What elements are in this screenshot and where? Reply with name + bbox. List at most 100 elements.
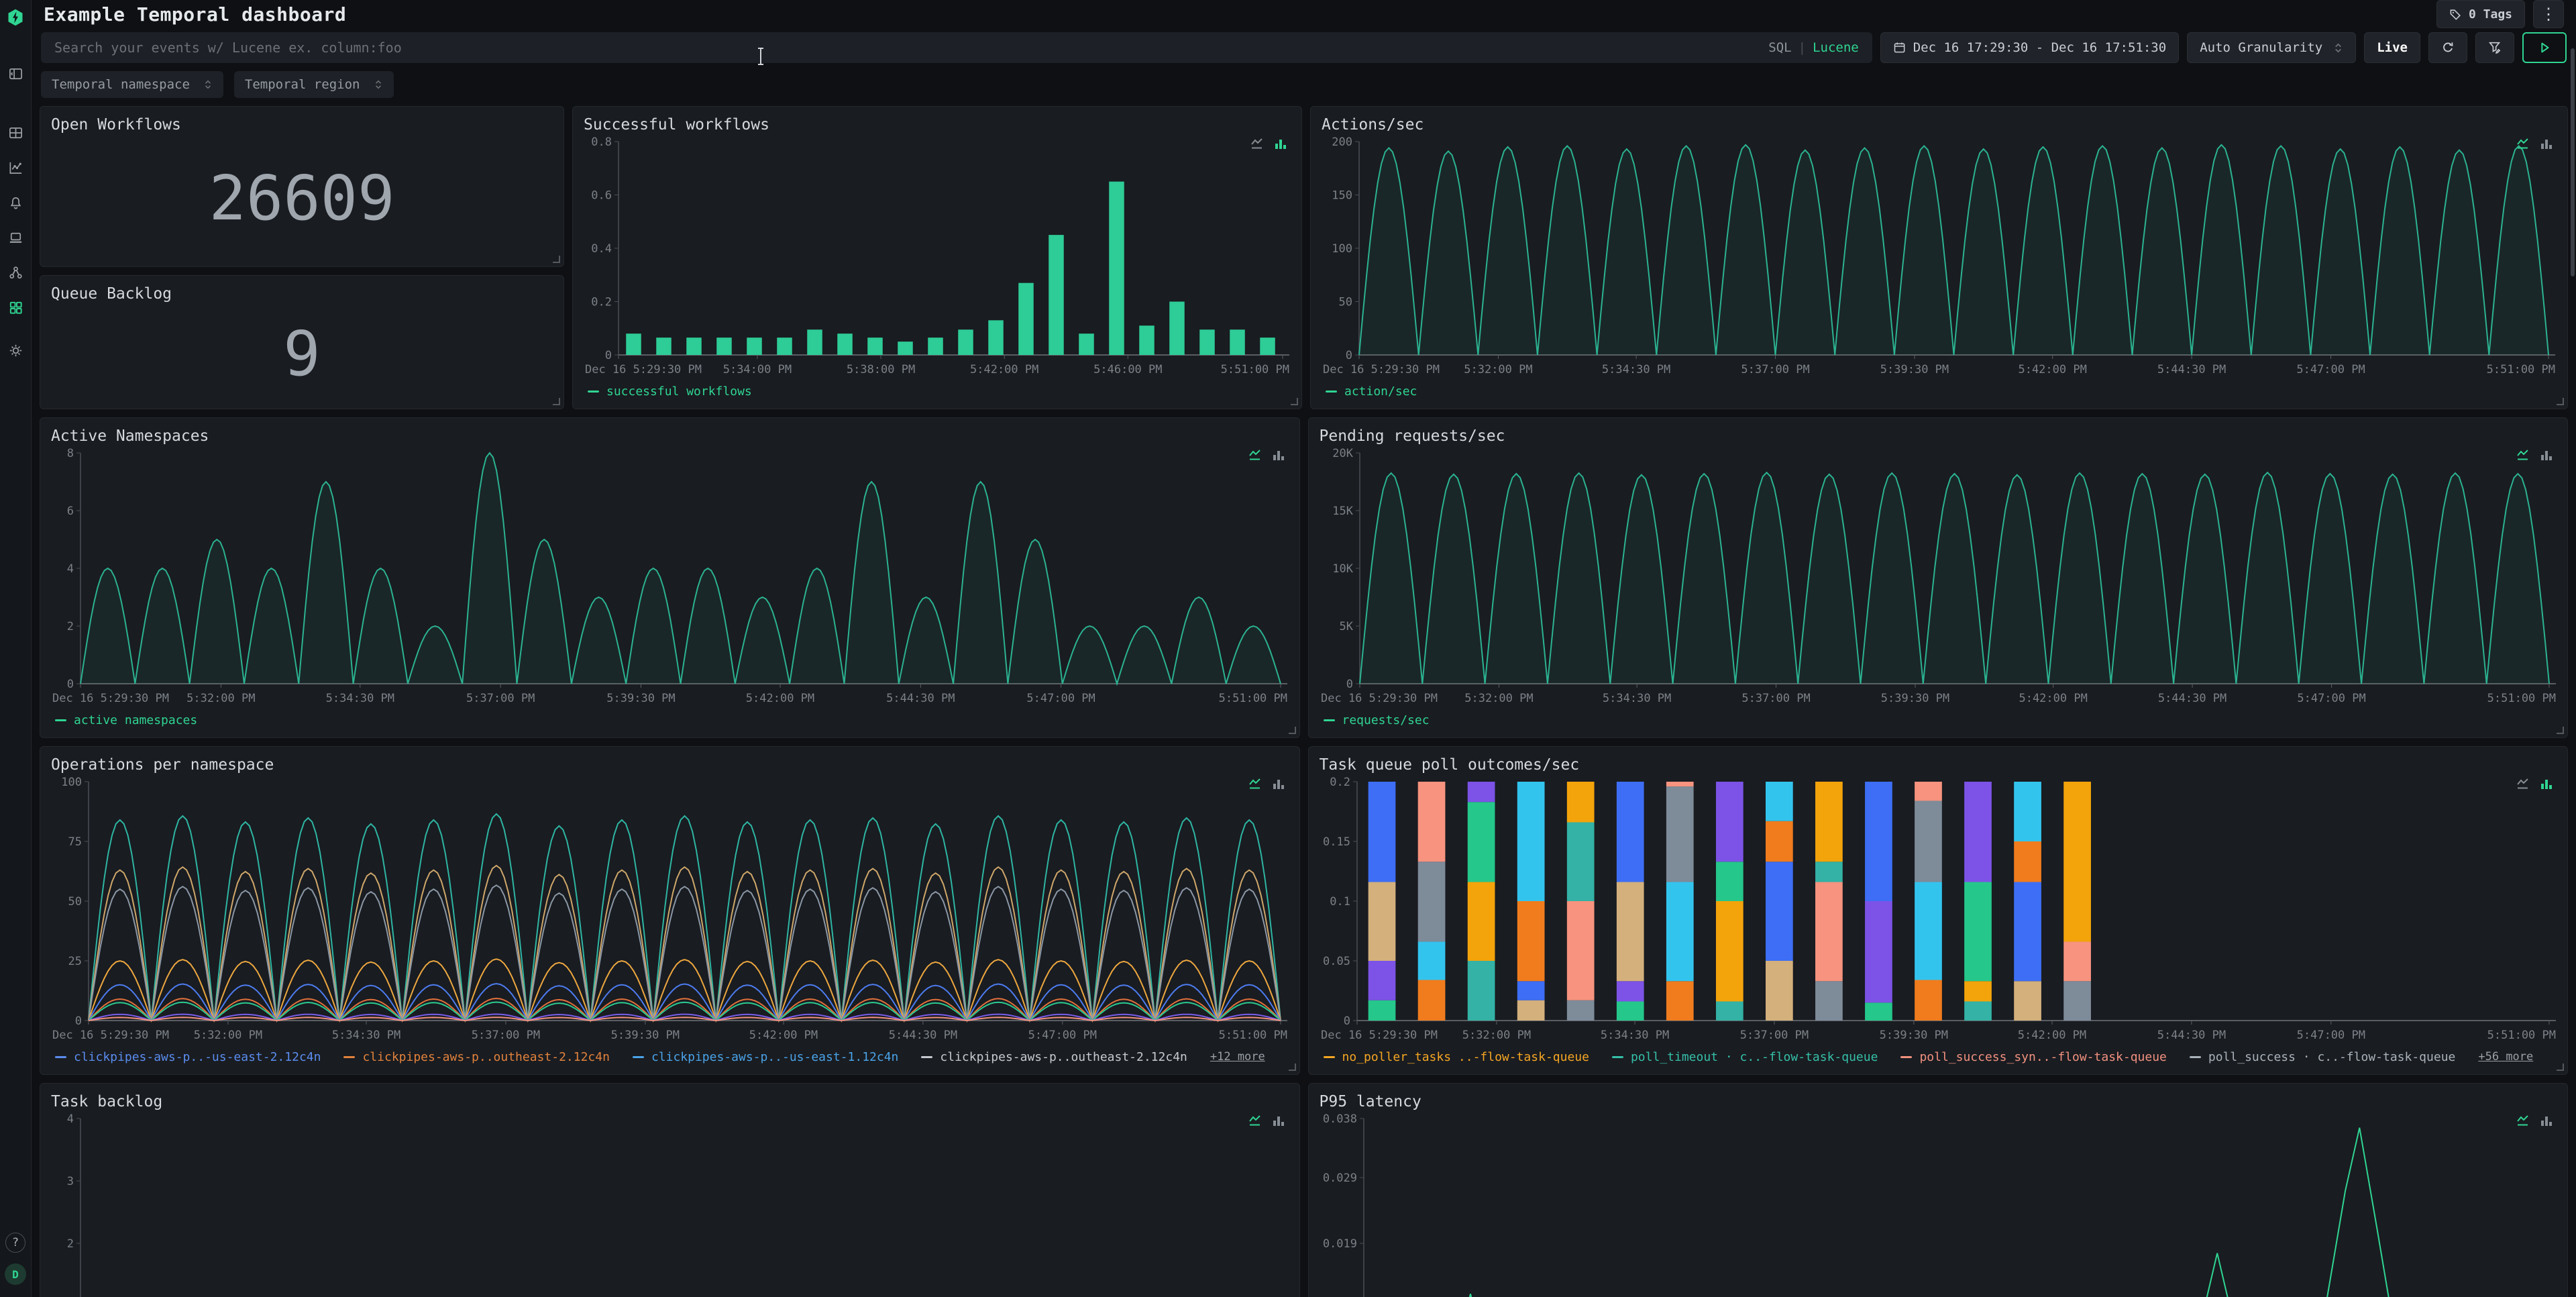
legend-item[interactable]: poll_success · c..-flow-task-queue	[2190, 1050, 2455, 1064]
svg-text:5:46:00 PM: 5:46:00 PM	[1093, 363, 1162, 376]
tags-button[interactable]: 0 Tags	[2436, 0, 2525, 28]
bar-mode-icon[interactable]	[2540, 138, 2554, 150]
legend-item[interactable]: no_poller_tasks ..-flow-task-queue	[1324, 1050, 1589, 1064]
chart-legend: no_poller_tasks ..-flow-task-queue poll_t…	[1320, 1045, 2557, 1069]
scrollbar[interactable]	[2571, 48, 2575, 276]
lucene-mode-label[interactable]: Lucene	[1813, 40, 1859, 55]
svg-text:0.4: 0.4	[591, 242, 612, 256]
svg-text:Dec 16 5:29:30 PM: Dec 16 5:29:30 PM	[1321, 1029, 1438, 1042]
panel-title: Open Workflows	[51, 116, 553, 134]
time-range-button[interactable]: Dec 16 17:29:30 - Dec 16 17:51:30	[1880, 32, 2180, 63]
legend-item[interactable]: active namespaces	[55, 713, 197, 727]
legend-dash-icon	[1324, 1056, 1335, 1058]
legend-more-link[interactable]: +56 more	[2478, 1050, 2533, 1063]
query-mode-toggle[interactable]: SQL | Lucene	[1755, 40, 1872, 55]
tables-icon[interactable]	[7, 125, 23, 141]
filter-button[interactable]	[2475, 32, 2514, 63]
run-query-button[interactable]	[2522, 32, 2567, 63]
panel-title: Task backlog	[51, 1093, 1289, 1110]
legend-label: poll_timeout · c..-flow-task-queue	[1631, 1050, 1878, 1064]
alerts-bell-icon[interactable]	[7, 195, 23, 211]
legend-label: clickpipes-aws-p..outheast-2.12c4n	[940, 1050, 1187, 1064]
panel-title: Queue Backlog	[51, 285, 553, 303]
svg-text:5:44:30 PM: 5:44:30 PM	[2157, 692, 2226, 705]
svg-text:50: 50	[68, 895, 82, 909]
panel-pending-requests: Pending requests/sec 20K15K10K5K0Dec 16 …	[1308, 417, 2569, 738]
filter-chip-region[interactable]: Temporal region	[234, 71, 394, 98]
legend-item[interactable]: clickpipes-aws-p..-us-east-1.12c4n	[633, 1050, 898, 1064]
svg-text:Dec 16 5:29:30 PM: Dec 16 5:29:30 PM	[1321, 692, 1438, 705]
more-menu-button[interactable]: ⋮	[2533, 0, 2564, 28]
chart-task-queue-polls[interactable]: 0.20.150.10.050Dec 16 5:29:30 PM5:32:00 …	[1320, 775, 2557, 1045]
settings-gear-icon[interactable]	[7, 342, 23, 358]
line-mode-icon[interactable]	[2516, 138, 2532, 150]
live-button[interactable]: Live	[2364, 32, 2420, 63]
dashboards-icon[interactable]	[7, 299, 23, 315]
legend-item[interactable]: requests/sec	[1324, 713, 1430, 727]
legend-dash-icon	[1900, 1056, 1912, 1058]
chart-task-backlog[interactable]: 432	[51, 1112, 1289, 1297]
chart-actions-sec[interactable]: 200150100500Dec 16 5:29:30 PM5:32:00 PM5…	[1322, 135, 2557, 379]
sidebar: ? D	[0, 0, 32, 1297]
legend-dash-icon	[633, 1056, 644, 1058]
bar-mode-icon[interactable]	[1274, 138, 1288, 150]
legend-item[interactable]: clickpipes-aws-p..outheast-2.12c4n	[343, 1050, 609, 1064]
line-mode-icon[interactable]	[1248, 778, 1264, 790]
legend-more-link[interactable]: +12 more	[1210, 1050, 1265, 1063]
bar-mode-icon[interactable]	[2540, 449, 2554, 462]
chart-successful-workflows[interactable]: 0.80.60.40.20Dec 16 5:29:30 PM5:34:00 PM…	[584, 135, 1291, 379]
topology-icon[interactable]	[7, 264, 23, 280]
svg-text:50: 50	[1339, 296, 1352, 309]
legend-item[interactable]: poll_success_syn..-flow-task-queue	[1900, 1050, 2166, 1064]
svg-text:75: 75	[68, 835, 82, 849]
filter-chip-namespace[interactable]: Temporal namespace	[41, 71, 223, 98]
line-mode-icon[interactable]	[2516, 1114, 2532, 1127]
line-mode-icon[interactable]	[1248, 1114, 1264, 1127]
svg-text:5:51:00 PM: 5:51:00 PM	[1219, 1029, 1287, 1042]
legend-item[interactable]: successful workflows	[588, 384, 752, 399]
legend-item[interactable]: action/sec	[1326, 384, 1417, 399]
bar-mode-icon[interactable]	[1272, 778, 1286, 790]
chart-legend: requests/sec	[1320, 708, 2557, 732]
line-mode-icon[interactable]	[1248, 449, 1264, 462]
bar-mode-icon[interactable]	[1272, 449, 1286, 462]
legend-dash-icon	[921, 1056, 932, 1058]
line-mode-icon[interactable]	[2516, 449, 2532, 462]
line-mode-icon[interactable]	[1250, 138, 1266, 150]
legend-item[interactable]: poll_timeout · c..-flow-task-queue	[1612, 1050, 1878, 1064]
refresh-button[interactable]	[2428, 32, 2467, 63]
user-avatar[interactable]: D	[5, 1263, 26, 1285]
chevron-up-down-icon	[374, 79, 383, 90]
legend-item[interactable]: clickpipes-aws-p..outheast-2.12c4n	[921, 1050, 1187, 1064]
svg-text:0.029: 0.029	[1322, 1172, 1356, 1185]
bar-mode-icon[interactable]	[2540, 778, 2554, 790]
svg-text:6: 6	[67, 505, 74, 518]
line-mode-icon[interactable]	[2516, 778, 2532, 790]
search-input[interactable]	[41, 32, 1755, 63]
svg-text:5:51:00 PM: 5:51:00 PM	[1221, 363, 1289, 376]
legend-item[interactable]: clickpipes-aws-p..-us-east-2.12c4n	[55, 1050, 321, 1064]
svg-text:5:34:00 PM: 5:34:00 PM	[723, 363, 792, 376]
svg-text:Dec 16 5:29:30 PM: Dec 16 5:29:30 PM	[52, 1029, 169, 1042]
legend-label: no_poller_tasks ..-flow-task-queue	[1342, 1050, 1589, 1064]
granularity-select[interactable]: Auto Granularity	[2187, 32, 2356, 63]
bar-mode-icon[interactable]	[1272, 1114, 1286, 1127]
chart-legend: active namespaces	[51, 708, 1289, 732]
chart-p95-latency[interactable]: 0.0380.0290.019	[1320, 1112, 2557, 1297]
page-title: Example Temporal dashboard	[44, 3, 346, 25]
bar-mode-icon[interactable]	[2540, 1114, 2554, 1127]
svg-text:100: 100	[1332, 242, 1352, 256]
hosts-icon[interactable]	[7, 229, 23, 246]
collapse-panel-icon[interactable]	[7, 66, 23, 82]
svg-text:5:47:00 PM: 5:47:00 PM	[2296, 1029, 2365, 1042]
stat-value: 9	[51, 304, 553, 403]
help-button[interactable]: ?	[5, 1233, 25, 1253]
app-logo-icon[interactable]	[6, 8, 25, 30]
svg-text:5:34:30 PM: 5:34:30 PM	[1600, 1029, 1668, 1042]
chart-pending-requests[interactable]: 20K15K10K5K0Dec 16 5:29:30 PM5:32:00 PM5…	[1320, 446, 2557, 708]
sql-mode-label[interactable]: SQL	[1768, 40, 1791, 55]
chart-active-namespaces[interactable]: 86420Dec 16 5:29:30 PM5:32:00 PM5:34:30 …	[51, 446, 1289, 708]
metrics-icon[interactable]	[7, 160, 23, 176]
chart-operations-namespace[interactable]: 1007550250Dec 16 5:29:30 PM5:32:00 PM5:3…	[51, 775, 1289, 1045]
panel-actions-sec: Actions/sec 200150100500Dec 16 5:29:30 P…	[1310, 106, 2568, 409]
